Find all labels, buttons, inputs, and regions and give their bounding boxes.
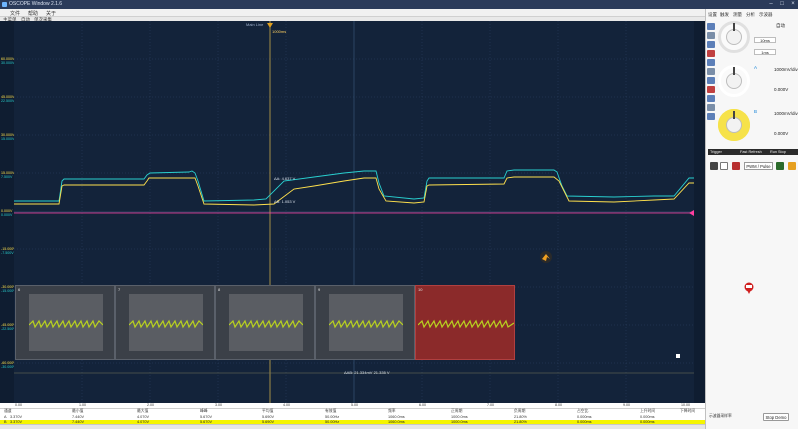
stop-demo-button[interactable]: Stop Demo xyxy=(763,413,789,421)
control-panel: 设置 触发 测量 分析 示波器 10ms 1ms 自动 A 1000mV/div… xyxy=(705,9,798,429)
tool-icon[interactable] xyxy=(707,104,715,111)
settings-icon[interactable] xyxy=(710,162,718,170)
tool-icon-column xyxy=(706,23,716,153)
tool-icon[interactable] xyxy=(707,23,715,30)
channel-a-label: A xyxy=(754,65,758,70)
tool-icon[interactable] xyxy=(707,32,715,39)
timebase-sub[interactable]: 1ms xyxy=(754,49,776,55)
history-thumbnail[interactable]: 8 xyxy=(215,285,315,360)
pwm-pulse-button[interactable]: PWM / Pulse xyxy=(744,162,773,170)
channel-b-offset[interactable]: 0.000V xyxy=(774,131,788,136)
x-label: 10.00 xyxy=(681,403,690,407)
cursor-readout-a: ΔA: 4.637 V xyxy=(274,176,296,181)
status-strip: Trigger Fast Refresh Run Stop xyxy=(708,149,798,155)
scope-display[interactable]: Main Line 1000ms ΔA: 4.637 V ΔB: 1.053 V… xyxy=(14,21,694,403)
tool-icon[interactable] xyxy=(707,86,715,93)
app-icon xyxy=(2,2,7,7)
tool-icon[interactable] xyxy=(707,77,715,84)
x-label: 8.00 xyxy=(555,403,562,407)
strip-fast-refresh[interactable]: Fast Refresh xyxy=(740,149,762,155)
marker-square xyxy=(676,354,680,358)
x-label: 1.00 xyxy=(79,403,86,407)
record-icon[interactable] xyxy=(788,162,796,170)
channel-b-control: B 1000mV/div 0.000V xyxy=(716,109,798,147)
channel-b-volt[interactable]: 1000mV/div xyxy=(774,111,798,116)
history-thumbnail[interactable]: 6 xyxy=(15,285,115,360)
y-label: 15.000V 7.500V xyxy=(1,171,15,179)
x-label: 4.00 xyxy=(283,403,290,407)
strip-trigger[interactable]: Trigger xyxy=(710,149,722,155)
trigger-marker-icon xyxy=(267,23,273,28)
x-label: 5.00 xyxy=(351,403,358,407)
tool-icon[interactable] xyxy=(707,68,715,75)
channel-b-knob[interactable] xyxy=(718,109,750,141)
tool-icon[interactable] xyxy=(707,113,715,120)
channel-a-knob[interactable] xyxy=(718,65,750,97)
strip-run-stop[interactable]: Run Stop xyxy=(770,149,786,155)
y-label: 45.000V 22.500V xyxy=(1,95,15,103)
channel-a-control: A 1000mV/div 0.000V xyxy=(716,65,798,103)
history-thumbnail[interactable]: 7 xyxy=(115,285,215,360)
x-label: 9.00 xyxy=(623,403,630,407)
tab-settings[interactable]: 设置 xyxy=(708,12,717,18)
y-label: 30.000V 15.000V xyxy=(1,133,15,141)
y-label: 60.000V 30.000V xyxy=(1,57,15,65)
timebase-knob[interactable] xyxy=(718,21,750,53)
sample-rate-label: 示波器采样率 xyxy=(709,414,732,418)
tool-icon[interactable] xyxy=(707,59,715,66)
channel-a-volt[interactable]: 1000mV/div xyxy=(774,67,798,72)
trigger-time-label: 1000ms xyxy=(272,29,287,34)
cursor-readout-ab: ΔAB: 21.334mV 21.335 V xyxy=(344,370,390,375)
history-thumbnail[interactable]: 9 xyxy=(315,285,415,360)
timebase-value[interactable]: 10ms xyxy=(754,37,776,43)
menu-item-about[interactable]: 关于 xyxy=(46,10,56,17)
tool-icon[interactable] xyxy=(707,50,715,57)
location-marker-icon[interactable] xyxy=(744,282,754,294)
x-label: 3.00 xyxy=(215,403,222,407)
tab-scope[interactable]: 示波器 xyxy=(759,12,773,18)
x-label: 7.00 xyxy=(487,403,494,407)
panel-tabs: 设置 触发 测量 分析 示波器 xyxy=(706,12,798,19)
pwm-row: PWM / Pulse xyxy=(708,161,798,172)
gear-icon[interactable] xyxy=(720,162,728,170)
right-scale xyxy=(694,21,705,403)
tab-measure[interactable]: 测量 xyxy=(733,12,742,18)
mode-label: Main Line xyxy=(246,22,264,27)
menu-bar: 文件 帮助 关于 xyxy=(0,9,798,17)
menu-item-help[interactable]: 帮助 xyxy=(28,10,38,17)
bottom-tabs xyxy=(0,424,705,429)
measurement-header-row: 通道 最小值 最大值 峰峰 平均值 有效值 频率 正周期 负周期 占空比 上升时… xyxy=(4,409,696,413)
y-label: 0.000V 0.000V xyxy=(1,209,13,217)
maximize-icon[interactable]: □ xyxy=(777,1,787,8)
history-thumbnail-selected[interactable]: 10 xyxy=(415,285,515,360)
play-icon[interactable] xyxy=(776,162,784,170)
x-label: 6.00 xyxy=(419,403,426,407)
timebase-auto-label[interactable]: 自动 xyxy=(776,23,785,29)
menu-item-file[interactable]: 文件 xyxy=(10,10,20,17)
sample-rate-slider[interactable]: 示波器采样率 xyxy=(709,414,755,419)
title-bar: OSCOPE Window 2.1.6 – □ × xyxy=(0,0,798,9)
tool-icon[interactable] xyxy=(707,95,715,102)
channel-a-offset[interactable]: 0.000V xyxy=(774,87,788,92)
measurement-table: 通道 最小值 最大值 峰峰 平均值 有效值 频率 正周期 负周期 占空比 上升时… xyxy=(0,408,705,425)
minimize-icon[interactable]: – xyxy=(766,1,776,8)
signal-icon[interactable] xyxy=(732,162,740,170)
pointer-cursor-icon xyxy=(540,251,552,263)
channel-b-label: B xyxy=(754,109,758,114)
x-label: 2.00 xyxy=(147,403,154,407)
tab-analysis[interactable]: 分析 xyxy=(746,12,755,18)
timebase-control: 10ms 1ms 自动 xyxy=(716,21,798,59)
x-label: 0.00 xyxy=(15,403,22,407)
tab-trigger[interactable]: 触发 xyxy=(720,12,729,18)
y-axis-labels: 60.000V 30.000V 45.000V 22.500V 30.000V 15.… xyxy=(0,21,16,403)
close-icon[interactable]: × xyxy=(788,1,798,8)
tool-icon[interactable] xyxy=(707,41,715,48)
window-title: OSCOPE Window 2.1.6 xyxy=(9,1,63,7)
cursor-readout-b: ΔB: 1.053 V xyxy=(274,199,296,204)
